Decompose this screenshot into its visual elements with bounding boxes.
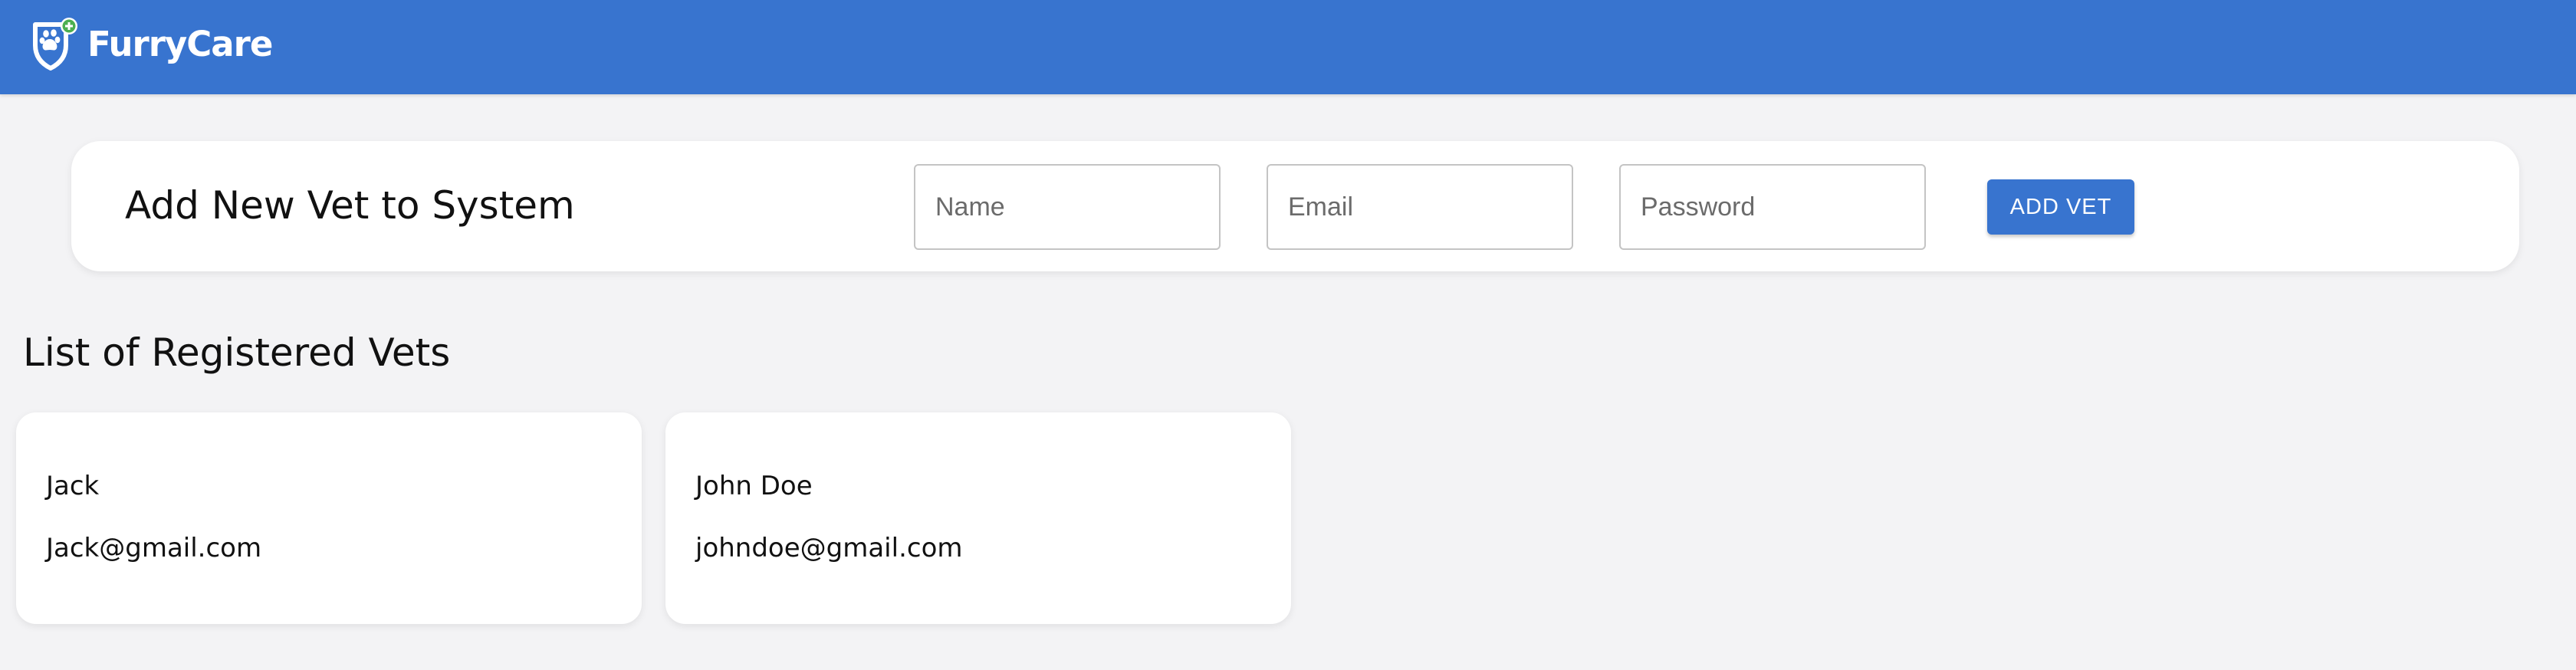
shield-paw-plus-icon	[33, 18, 77, 71]
registered-vets-heading: List of Registered Vets	[23, 330, 451, 375]
vet-name: John Doe	[695, 471, 813, 501]
vet-name: Jack	[46, 471, 100, 501]
vet-card: John Doe johndoe@gmail.com	[665, 412, 1291, 624]
vet-list: Jack Jack@gmail.com John Doe johndoe@gma…	[16, 412, 1315, 624]
name-input[interactable]	[914, 164, 1221, 250]
top-app-bar: FurryCare	[0, 0, 2576, 94]
password-input[interactable]	[1619, 164, 1926, 250]
add-vet-card: Add New Vet to System ADD VET	[71, 141, 2519, 271]
email-input[interactable]	[1267, 164, 1573, 250]
brand-logo-link[interactable]: FurryCare	[29, 17, 273, 71]
vet-email: johndoe@gmail.com	[695, 533, 963, 563]
brand-name: FurryCare	[87, 23, 273, 64]
vet-card: Jack Jack@gmail.com	[16, 412, 642, 624]
add-vet-button[interactable]: ADD VET	[1987, 179, 2134, 235]
vet-email: Jack@gmail.com	[46, 533, 262, 563]
add-vet-title: Add New Vet to System	[125, 183, 575, 228]
